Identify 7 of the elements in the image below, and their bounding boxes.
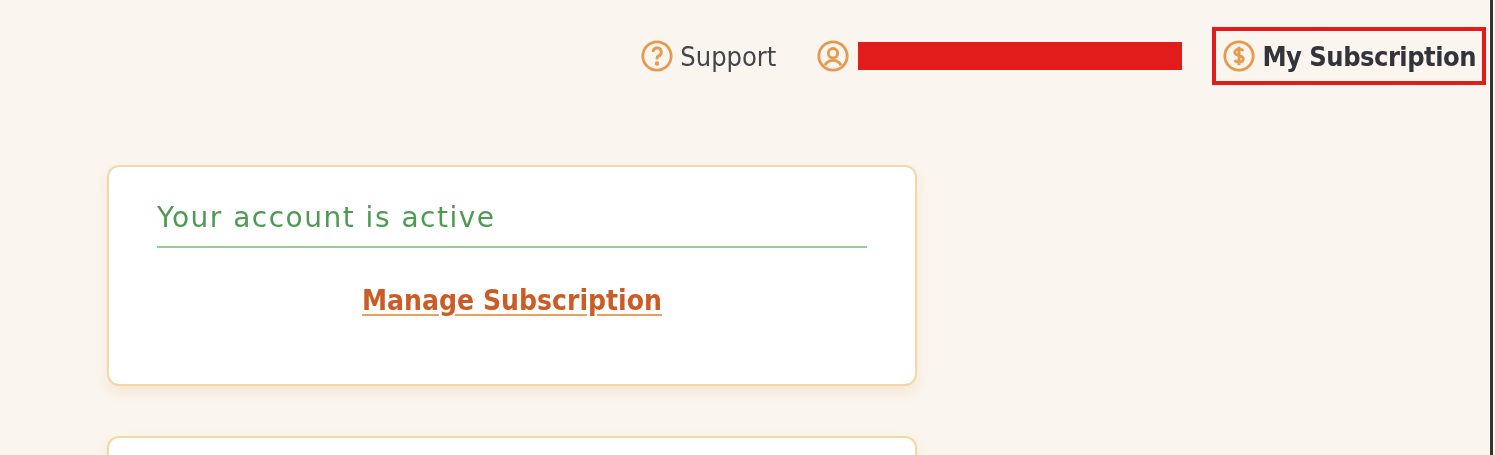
nav-link[interactable]: My Subscription bbox=[1222, 39, 1476, 73]
dollar-icon bbox=[1222, 39, 1257, 73]
manage-subscription-link[interactable]: Manage Subscription bbox=[362, 284, 662, 317]
nav-link[interactable]: Support bbox=[640, 39, 777, 73]
help-icon bbox=[640, 39, 675, 73]
account-status: Your account is active bbox=[157, 201, 867, 248]
user-icon bbox=[816, 39, 851, 73]
